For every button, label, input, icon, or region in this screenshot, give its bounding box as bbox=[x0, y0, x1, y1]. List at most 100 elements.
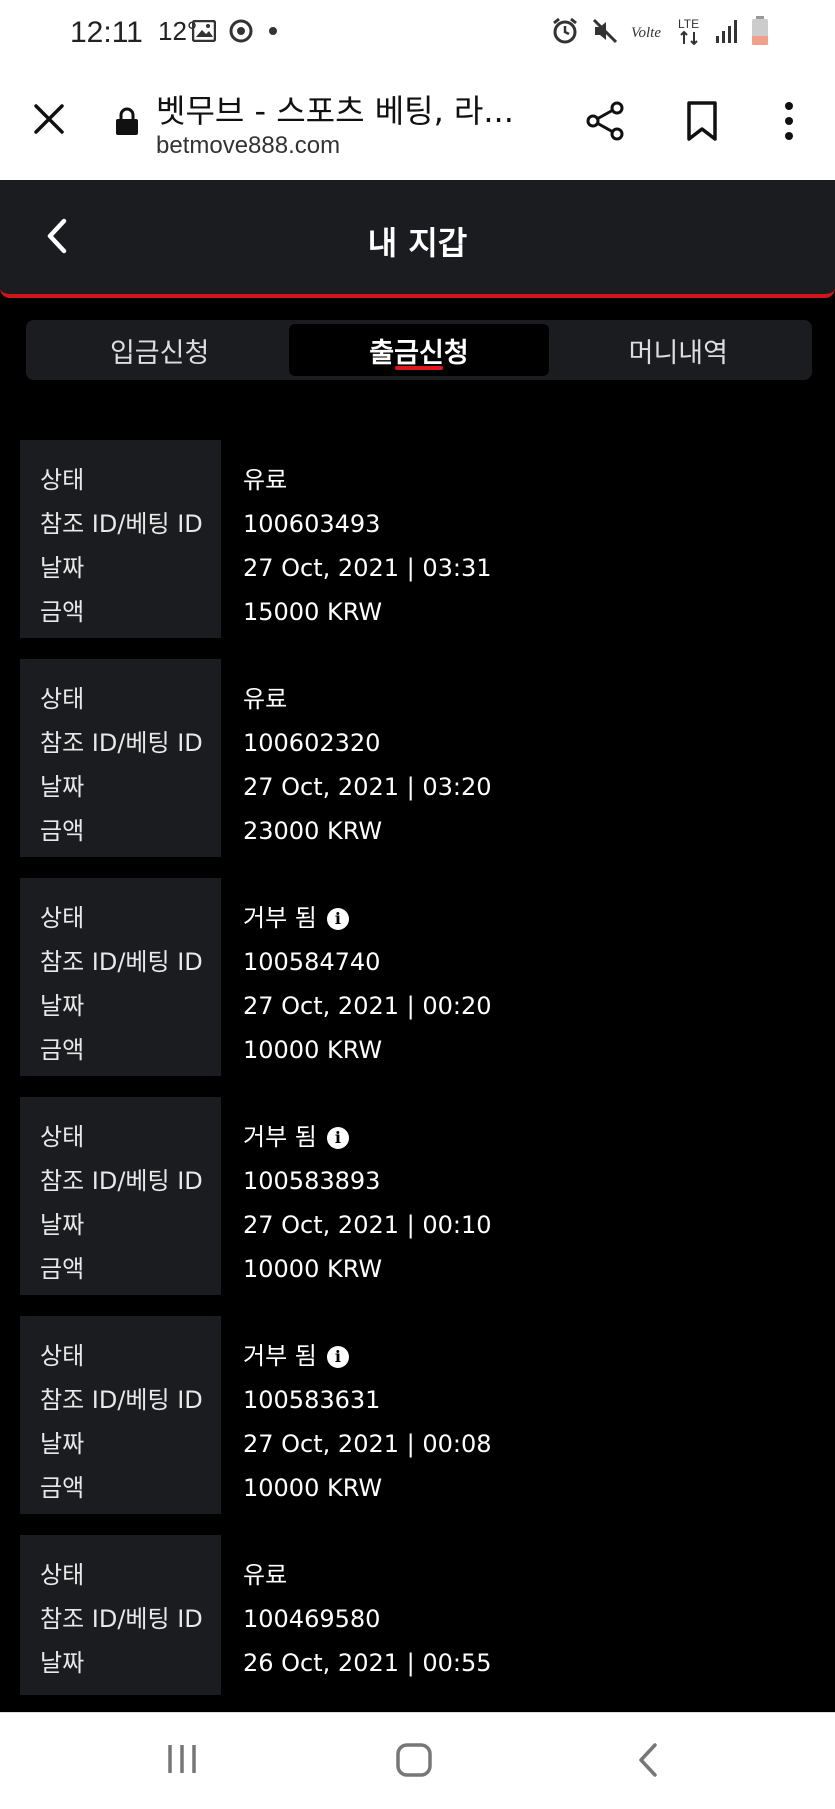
transaction-record: 상태 참조 ID/베팅 ID 날짜 금액 유료 100603493 27 Oct… bbox=[20, 440, 815, 638]
ref-id-value: 100584740 bbox=[243, 948, 381, 976]
record-labels: 상태 참조 ID/베팅 ID 날짜 bbox=[20, 1535, 221, 1695]
ref-id-label: 참조 ID/베팅 ID bbox=[40, 948, 203, 976]
status-text: 거부 됨 bbox=[243, 1342, 317, 1370]
ref-id-label: 참조 ID/베팅 ID bbox=[40, 1605, 203, 1633]
signal-icon bbox=[716, 20, 737, 43]
tab-withdraw-request[interactable]: 출금신청 bbox=[289, 324, 549, 376]
bookmark-icon[interactable] bbox=[686, 100, 718, 142]
ref-id-label: 참조 ID/베팅 ID bbox=[40, 1386, 203, 1414]
amount-value: 15000 KRW bbox=[243, 598, 383, 626]
close-icon[interactable] bbox=[32, 102, 66, 136]
amount-label: 금액 bbox=[40, 1255, 85, 1283]
record-values: 거부 됨 i 100583631 27 Oct, 2021 | 00:08 100… bbox=[221, 1316, 815, 1514]
transaction-record: 상태 참조 ID/베팅 ID 날짜 금액 거부 됨 i 100583631 27 … bbox=[20, 1316, 815, 1514]
ref-id-value: 100583631 bbox=[243, 1386, 381, 1414]
alarm-icon bbox=[553, 17, 577, 44]
record-values: 유료 100603493 27 Oct, 2021 | 03:31 15000 … bbox=[221, 440, 815, 638]
date-value: 27 Oct, 2021 | 00:20 bbox=[243, 992, 492, 1020]
date-value: 27 Oct, 2021 | 00:08 bbox=[243, 1430, 492, 1458]
page-header: 내 지갑 bbox=[0, 180, 835, 298]
record-labels: 상태 참조 ID/베팅 ID 날짜 금액 bbox=[20, 659, 221, 857]
amount-label: 금액 bbox=[40, 817, 85, 845]
date-value: 27 Oct, 2021 | 03:20 bbox=[243, 773, 492, 801]
ref-id-value: 100583893 bbox=[243, 1167, 381, 1195]
record-values: 거부 됨 i 100583893 27 Oct, 2021 | 00:10 100… bbox=[221, 1097, 815, 1295]
page-title: 내 지갑 bbox=[367, 224, 468, 262]
status-label: 상태 bbox=[40, 685, 85, 713]
info-icon[interactable]: i bbox=[326, 1127, 349, 1149]
transaction-record: 상태 참조 ID/베팅 ID 날짜 금액 거부 됨 i 100583893 27 … bbox=[20, 1097, 815, 1295]
system-nav-bar bbox=[0, 1712, 835, 1809]
date-label: 날짜 bbox=[40, 1649, 85, 1677]
svg-text:Volte: Volte bbox=[631, 25, 661, 41]
amount-label: 금액 bbox=[40, 1474, 85, 1502]
ref-id-value: 100602320 bbox=[243, 729, 381, 757]
ref-id-value: 100603493 bbox=[243, 510, 381, 538]
amount-label: 금액 bbox=[40, 1036, 85, 1064]
info-icon[interactable]: i bbox=[326, 908, 349, 930]
lock-icon bbox=[116, 107, 138, 135]
nav-back-icon[interactable] bbox=[636, 1743, 660, 1777]
status-value: 거부 됨 i bbox=[243, 896, 815, 940]
transaction-record: 상태 참조 ID/베팅 ID 날짜 유료 100469580 26 Oct, 2… bbox=[20, 1535, 815, 1695]
record-labels: 상태 참조 ID/베팅 ID 날짜 금액 bbox=[20, 440, 221, 638]
status-value: 거부 됨 i bbox=[243, 1334, 815, 1378]
ref-id-label: 참조 ID/베팅 ID bbox=[40, 1167, 203, 1195]
ref-id-value: 100469580 bbox=[243, 1605, 381, 1633]
status-value: 유료 bbox=[243, 685, 288, 713]
ref-id-label: 참조 ID/베팅 ID bbox=[40, 510, 203, 538]
record-values: 거부 됨 i 100584740 27 Oct, 2021 | 00:20 100… bbox=[221, 878, 815, 1076]
record-values: 유료 100469580 26 Oct, 2021 | 00:55 bbox=[221, 1535, 815, 1695]
tab-money-history[interactable]: 머니내역 bbox=[549, 324, 808, 376]
date-label: 날짜 bbox=[40, 773, 85, 801]
mute-icon bbox=[592, 18, 618, 44]
date-label: 날짜 bbox=[40, 992, 85, 1020]
amount-label: 금액 bbox=[40, 598, 85, 626]
status-left-icons bbox=[192, 18, 280, 44]
more-vertical-icon[interactable] bbox=[782, 100, 796, 142]
status-label: 상태 bbox=[40, 1123, 85, 1151]
record-labels: 상태 참조 ID/베팅 ID 날짜 금액 bbox=[20, 1316, 221, 1514]
status-label: 상태 bbox=[40, 904, 85, 932]
transaction-record: 상태 참조 ID/베팅 ID 날짜 금액 유료 100602320 27 Oct… bbox=[20, 659, 815, 857]
date-value: 27 Oct, 2021 | 03:31 bbox=[243, 554, 492, 582]
wallet-tabs: 입금신청 출금신청 머니내역 bbox=[26, 320, 812, 380]
status-label: 상태 bbox=[40, 466, 85, 494]
transaction-record: 상태 참조 ID/베팅 ID 날짜 금액 거부 됨 i 100584740 27 … bbox=[20, 878, 815, 1076]
record-labels: 상태 참조 ID/베팅 ID 날짜 금액 bbox=[20, 878, 221, 1076]
record-values: 유료 100602320 27 Oct, 2021 | 03:20 23000 … bbox=[221, 659, 815, 857]
status-value: 거부 됨 i bbox=[243, 1115, 815, 1159]
status-label: 상태 bbox=[40, 1561, 85, 1589]
amount-value: 10000 KRW bbox=[243, 1474, 383, 1502]
lte-icon: LTE bbox=[678, 17, 699, 46]
date-label: 날짜 bbox=[40, 554, 85, 582]
dot-icon bbox=[269, 27, 277, 35]
status-label: 상태 bbox=[40, 1342, 85, 1370]
amount-value: 10000 KRW bbox=[243, 1255, 383, 1283]
share-icon[interactable] bbox=[584, 100, 626, 142]
record-labels: 상태 참조 ID/베팅 ID 날짜 금액 bbox=[20, 1097, 221, 1295]
date-label: 날짜 bbox=[40, 1430, 85, 1458]
recent-apps-icon[interactable] bbox=[166, 1743, 198, 1775]
browser-toolbar: 벳무브 - 스포츠 베팅, 라... betmove888.com bbox=[0, 66, 835, 180]
status-right-icons: Volte LTE bbox=[551, 16, 769, 46]
status-time: 12:11 bbox=[70, 16, 143, 49]
status-text: 거부 됨 bbox=[243, 1123, 317, 1151]
info-icon[interactable]: i bbox=[326, 1346, 349, 1368]
home-icon[interactable] bbox=[396, 1743, 432, 1777]
withdrawal-list: 상태 참조 ID/베팅 ID 날짜 금액 유료 100603493 27 Oct… bbox=[20, 440, 815, 1716]
battery-icon bbox=[752, 16, 768, 45]
browser-page-title[interactable]: 벳무브 - 스포츠 베팅, 라... bbox=[156, 86, 526, 132]
date-value: 27 Oct, 2021 | 00:10 bbox=[243, 1211, 492, 1239]
date-value: 26 Oct, 2021 | 00:55 bbox=[243, 1649, 492, 1677]
amount-value: 10000 KRW bbox=[243, 1036, 383, 1064]
status-value: 유료 bbox=[243, 1561, 288, 1589]
image-icon bbox=[192, 20, 216, 42]
status-bar: 12:11 12° Volte LTE bbox=[0, 0, 835, 66]
ref-id-label: 참조 ID/베팅 ID bbox=[40, 729, 203, 757]
sync-icon bbox=[229, 19, 253, 43]
volte-icon: Volte bbox=[631, 25, 661, 41]
status-value: 유료 bbox=[243, 466, 288, 494]
tab-deposit-request[interactable]: 입금신청 bbox=[30, 324, 289, 376]
browser-url[interactable]: betmove888.com bbox=[156, 132, 340, 160]
